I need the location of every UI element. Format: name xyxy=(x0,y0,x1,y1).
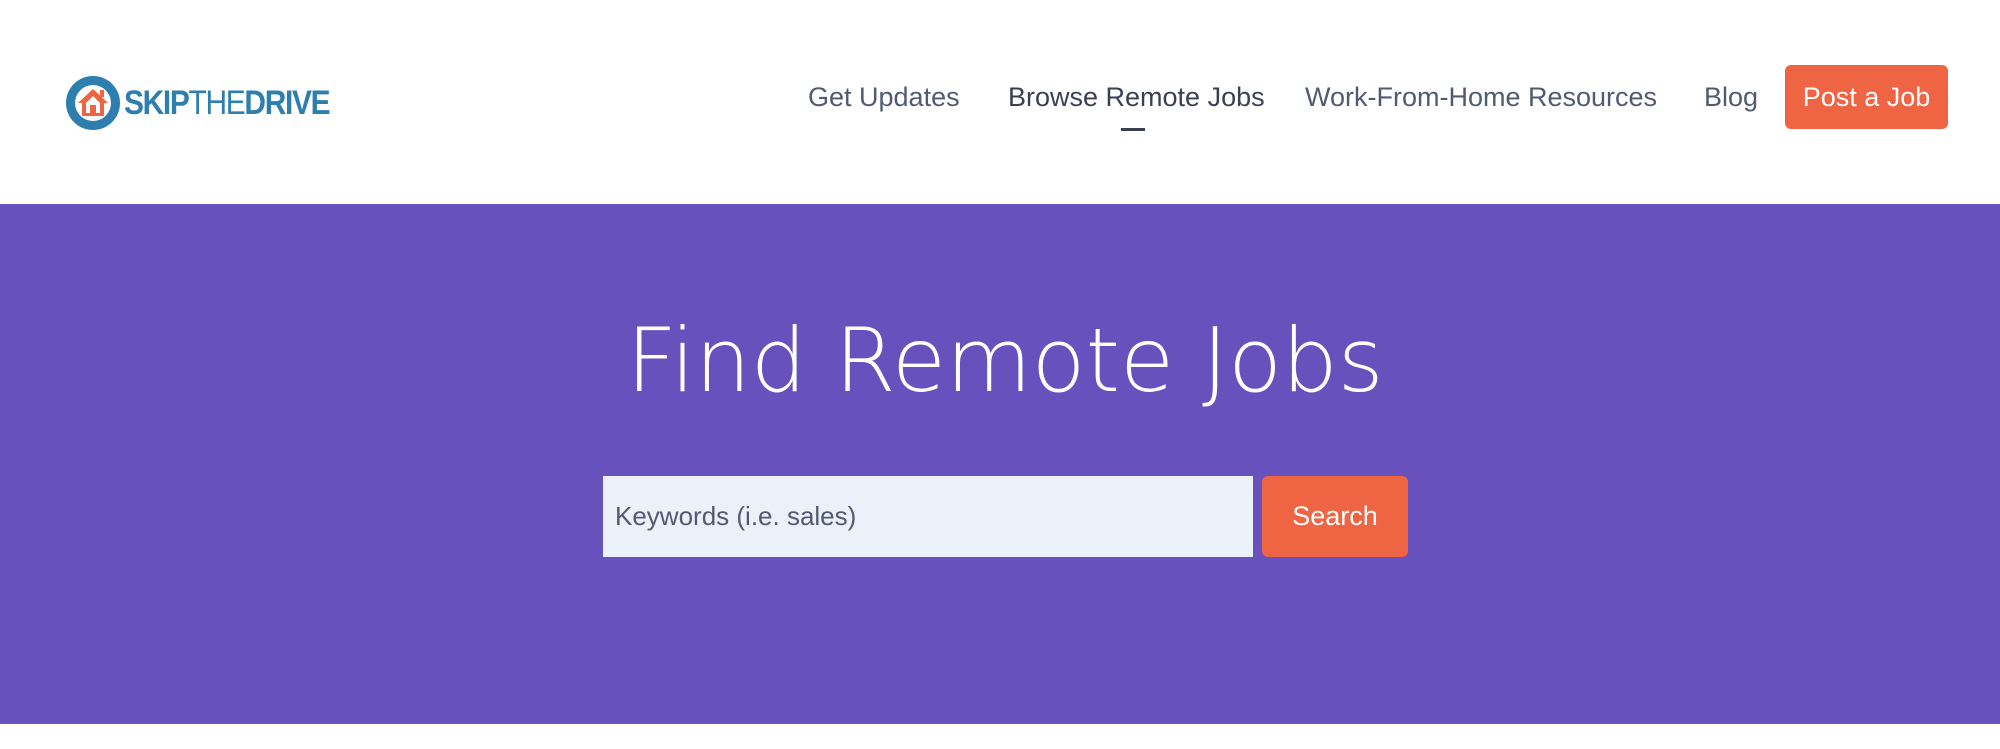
nav-link-blog[interactable]: Blog xyxy=(1704,65,1758,129)
post-a-job-button[interactable]: Post a Job xyxy=(1785,65,1948,129)
page-bottom-strip xyxy=(0,724,2000,749)
main-nav: Get Updates Browse Remote Jobs Work-From… xyxy=(0,65,2000,129)
active-nav-indicator xyxy=(1121,128,1145,131)
site-header: SKIPTHEDRIVE Get Updates Browse Remote J… xyxy=(0,0,2000,204)
hero-banner: Find Remote Jobs Search xyxy=(0,204,2000,724)
nav-link-work-from-home-resources[interactable]: Work-From-Home Resources xyxy=(1305,65,1657,129)
search-button[interactable]: Search xyxy=(1262,476,1408,557)
hero-title: Find Remote Jobs xyxy=(626,309,1384,412)
nav-link-get-updates[interactable]: Get Updates xyxy=(808,65,960,129)
nav-link-browse-remote-jobs[interactable]: Browse Remote Jobs xyxy=(1008,65,1265,129)
keyword-search-input[interactable] xyxy=(603,476,1253,557)
